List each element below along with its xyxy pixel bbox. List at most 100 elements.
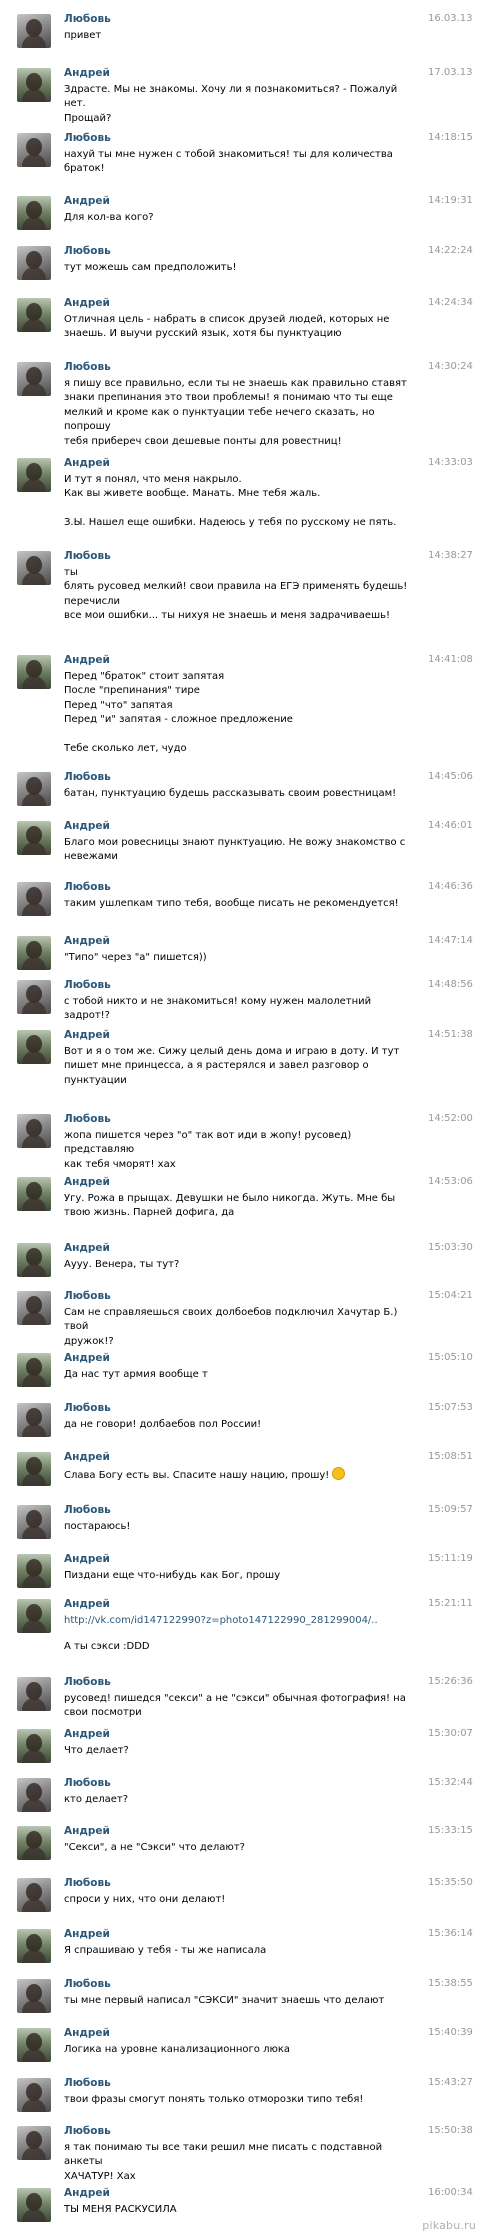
sender-name[interactable]: Любовь bbox=[64, 1675, 111, 1689]
avatar[interactable] bbox=[17, 246, 51, 280]
avatar[interactable] bbox=[17, 772, 51, 806]
message-time[interactable]: 14:46:01 bbox=[428, 819, 473, 833]
message-link[interactable]: http://vk.com/id147122990?z=photo1471229… bbox=[64, 1615, 378, 1626]
sender-name[interactable]: Андрей bbox=[64, 1727, 110, 1741]
sender-name[interactable]: Андрей bbox=[64, 296, 110, 310]
sender-name[interactable]: Андрей bbox=[64, 1597, 110, 1611]
message-time[interactable]: 15:33:15 bbox=[428, 1824, 473, 1838]
sender-name[interactable]: Любовь bbox=[64, 1401, 111, 1415]
sender-name[interactable]: Андрей bbox=[64, 456, 110, 470]
avatar[interactable] bbox=[17, 458, 51, 492]
avatar[interactable] bbox=[17, 1878, 51, 1912]
message-time[interactable]: 15:30:07 bbox=[428, 1727, 473, 1741]
message-time[interactable]: 14:41:08 bbox=[428, 653, 473, 667]
sender-name[interactable]: Любовь bbox=[64, 770, 111, 784]
avatar[interactable] bbox=[17, 2078, 51, 2112]
avatar[interactable] bbox=[17, 1291, 51, 1325]
avatar[interactable] bbox=[17, 1177, 51, 1211]
message-time[interactable]: 15:36:14 bbox=[428, 1927, 473, 1941]
avatar[interactable] bbox=[17, 1243, 51, 1277]
sender-name[interactable]: Андрей bbox=[64, 2186, 110, 2200]
sender-name[interactable]: Андрей bbox=[64, 194, 110, 208]
sender-name[interactable]: Любовь bbox=[64, 1112, 111, 1126]
message-time[interactable]: 16.03.13 bbox=[428, 12, 473, 26]
avatar[interactable] bbox=[17, 980, 51, 1014]
message-time[interactable]: 15:21:11 bbox=[428, 1597, 473, 1611]
sender-name[interactable]: Андрей bbox=[64, 1351, 110, 1365]
message-time[interactable]: 15:50:38 bbox=[428, 2124, 473, 2138]
avatar[interactable] bbox=[17, 2188, 51, 2222]
avatar[interactable] bbox=[17, 1826, 51, 1860]
message-time[interactable]: 14:30:24 bbox=[428, 360, 473, 374]
avatar[interactable] bbox=[17, 1554, 51, 1588]
message-time[interactable]: 15:32:44 bbox=[428, 1776, 473, 1790]
sender-name[interactable]: Андрей bbox=[64, 1450, 110, 1464]
message-time[interactable]: 15:26:36 bbox=[428, 1675, 473, 1689]
message-time[interactable]: 15:43:27 bbox=[428, 2076, 473, 2090]
message-time[interactable]: 15:35:50 bbox=[428, 1876, 473, 1890]
message-time[interactable]: 14:24:34 bbox=[428, 296, 473, 310]
sender-name[interactable]: Любовь bbox=[64, 244, 111, 258]
avatar[interactable] bbox=[17, 655, 51, 689]
message-time[interactable]: 15:03:30 bbox=[428, 1241, 473, 1255]
avatar[interactable] bbox=[17, 2126, 51, 2160]
avatar[interactable] bbox=[17, 362, 51, 396]
message-time[interactable]: 15:05:10 bbox=[428, 1351, 473, 1365]
sender-name[interactable]: Любовь bbox=[64, 549, 111, 563]
message-time[interactable]: 14:52:00 bbox=[428, 1112, 473, 1126]
avatar[interactable] bbox=[17, 1505, 51, 1539]
message-time[interactable]: 14:45:06 bbox=[428, 770, 473, 784]
message-time[interactable]: 15:40:39 bbox=[428, 2026, 473, 2040]
message-time[interactable]: 17.03.13 bbox=[428, 66, 473, 80]
sender-name[interactable]: Любовь bbox=[64, 2124, 111, 2138]
avatar[interactable] bbox=[17, 14, 51, 48]
message-time[interactable]: 15:04:21 bbox=[428, 1289, 473, 1303]
message-time[interactable]: 14:51:38 bbox=[428, 1028, 473, 1042]
sender-name[interactable]: Любовь bbox=[64, 2076, 111, 2090]
message-time[interactable]: 16:00:34 bbox=[428, 2186, 473, 2200]
message-time[interactable]: 14:53:06 bbox=[428, 1175, 473, 1189]
avatar[interactable] bbox=[17, 1030, 51, 1064]
message-time[interactable]: 15:11:19 bbox=[428, 1552, 473, 1566]
avatar[interactable] bbox=[17, 68, 51, 102]
avatar[interactable] bbox=[17, 1353, 51, 1387]
message-time[interactable]: 14:46:36 bbox=[428, 880, 473, 894]
message-time[interactable]: 14:48:56 bbox=[428, 978, 473, 992]
avatar[interactable] bbox=[17, 1452, 51, 1486]
message-time[interactable]: 14:33:03 bbox=[428, 456, 473, 470]
message-time[interactable]: 14:47:14 bbox=[428, 934, 473, 948]
avatar[interactable] bbox=[17, 936, 51, 970]
sender-name[interactable]: Любовь bbox=[64, 1776, 111, 1790]
sender-name[interactable]: Любовь bbox=[64, 1977, 111, 1991]
sender-name[interactable]: Любовь bbox=[64, 1503, 111, 1517]
sender-name[interactable]: Любовь bbox=[64, 978, 111, 992]
avatar[interactable] bbox=[17, 196, 51, 230]
avatar[interactable] bbox=[17, 882, 51, 916]
sender-name[interactable]: Андрей bbox=[64, 1241, 110, 1255]
avatar[interactable] bbox=[17, 1677, 51, 1711]
message-time[interactable]: 14:18:15 bbox=[428, 131, 473, 145]
sender-name[interactable]: Любовь bbox=[64, 880, 111, 894]
message-time[interactable]: 15:07:53 bbox=[428, 1401, 473, 1415]
sender-name[interactable]: Любовь bbox=[64, 131, 111, 145]
message-time[interactable]: 14:19:31 bbox=[428, 194, 473, 208]
sender-name[interactable]: Андрей bbox=[64, 1552, 110, 1566]
sender-name[interactable]: Любовь bbox=[64, 360, 111, 374]
avatar[interactable] bbox=[17, 1599, 51, 1633]
sender-name[interactable]: Андрей bbox=[64, 934, 110, 948]
avatar[interactable] bbox=[17, 133, 51, 167]
message-time[interactable]: 14:38:27 bbox=[428, 549, 473, 563]
avatar[interactable] bbox=[17, 1778, 51, 1812]
sender-name[interactable]: Любовь bbox=[64, 1289, 111, 1303]
avatar[interactable] bbox=[17, 298, 51, 332]
sender-name[interactable]: Андрей bbox=[64, 2026, 110, 2040]
message-time[interactable]: 15:09:57 bbox=[428, 1503, 473, 1517]
message-time[interactable]: 14:22:24 bbox=[428, 244, 473, 258]
sender-name[interactable]: Любовь bbox=[64, 1876, 111, 1890]
message-time[interactable]: 15:08:51 bbox=[428, 1450, 473, 1464]
avatar[interactable] bbox=[17, 1403, 51, 1437]
avatar[interactable] bbox=[17, 1979, 51, 2013]
sender-name[interactable]: Андрей bbox=[64, 819, 110, 833]
avatar[interactable] bbox=[17, 2028, 51, 2062]
message-time[interactable]: 15:38:55 bbox=[428, 1977, 473, 1991]
